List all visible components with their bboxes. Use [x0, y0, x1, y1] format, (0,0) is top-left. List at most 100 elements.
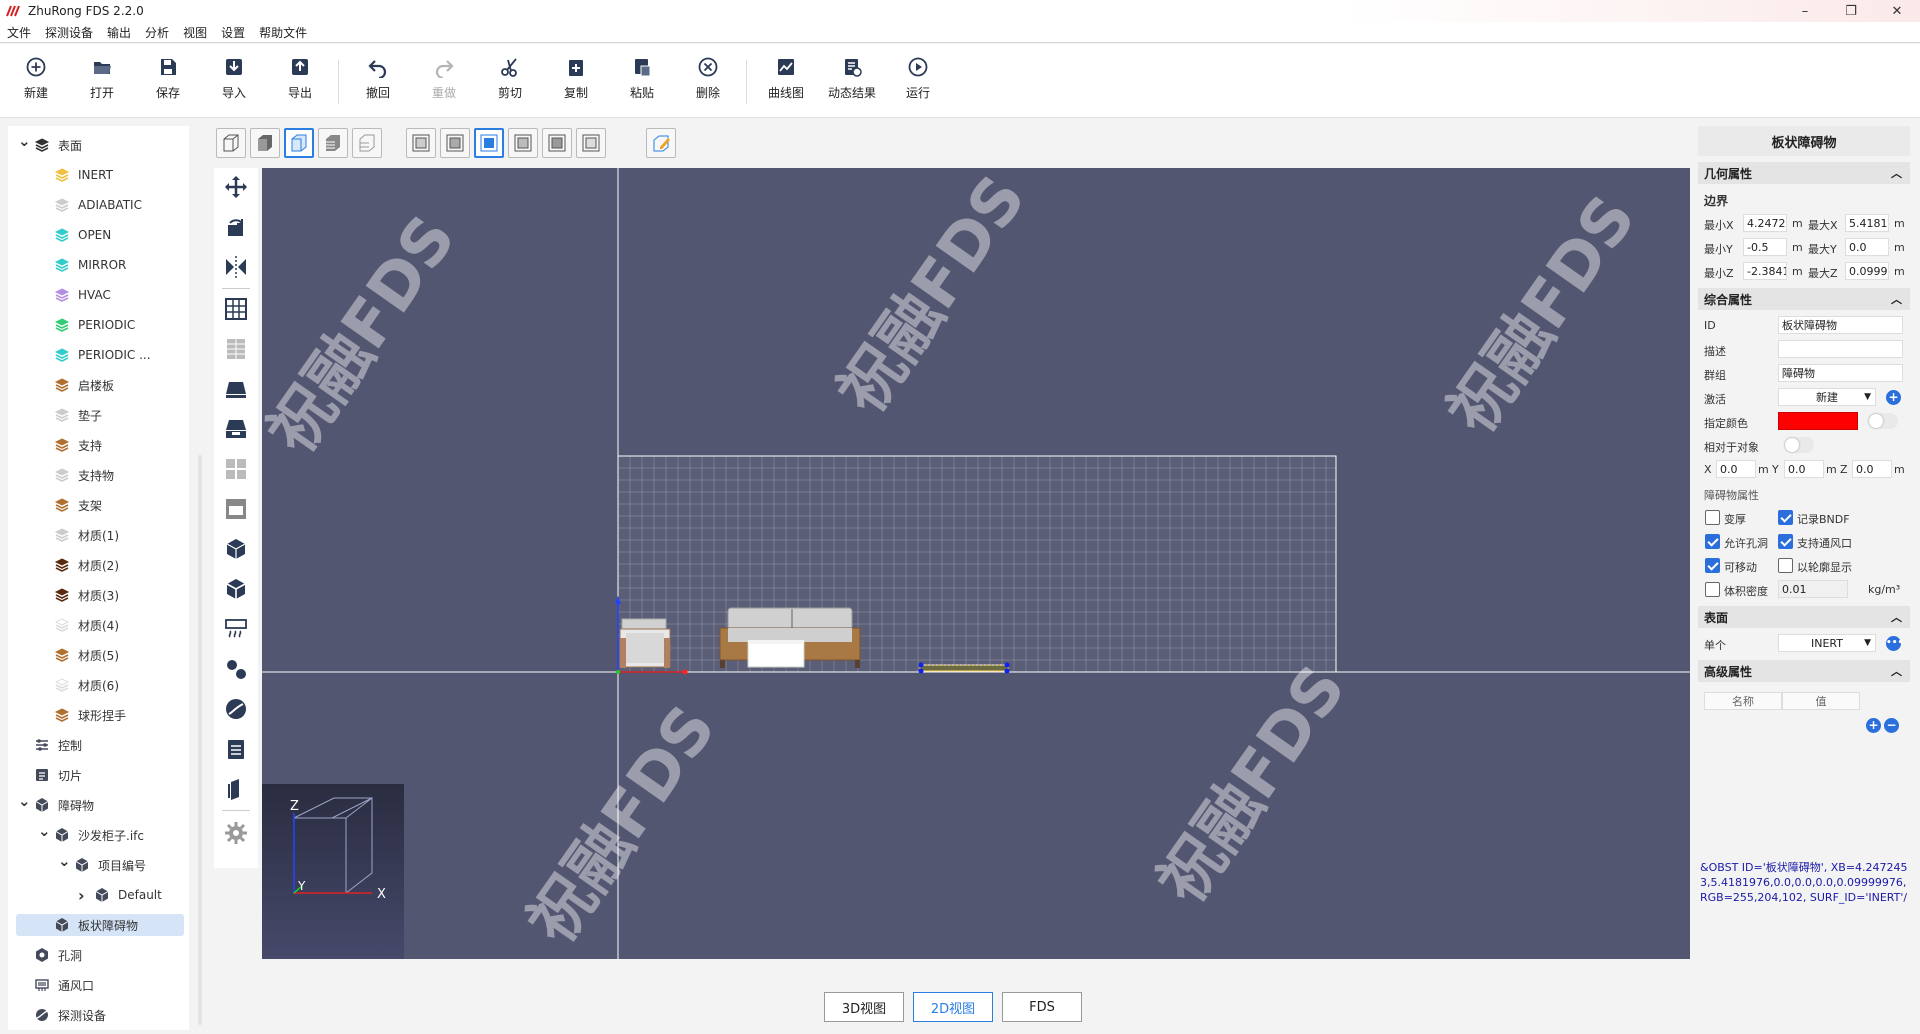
- copy-button[interactable]: 复制: [552, 56, 600, 108]
- new-button[interactable]: 新建: [12, 56, 60, 108]
- menu-analysis[interactable]: 分析: [138, 24, 176, 41]
- block-tool[interactable]: [221, 534, 251, 564]
- density-input[interactable]: 0.01: [1778, 580, 1848, 598]
- section-advanced[interactable]: 高级属性 ︿: [1698, 660, 1910, 682]
- tree-item[interactable]: 探测设备: [18, 1004, 106, 1026]
- remove-advanced-button[interactable]: −: [1884, 718, 1899, 733]
- tree-item[interactable]: MIRROR: [38, 254, 126, 276]
- window-tool[interactable]: [221, 454, 251, 484]
- grid-tool[interactable]: [221, 294, 251, 324]
- view-right-button[interactable]: [576, 128, 606, 158]
- tab-2d-view[interactable]: 2D视图: [913, 992, 993, 1022]
- tree-item[interactable]: 控制: [18, 734, 82, 756]
- open-button[interactable]: 打开: [78, 56, 126, 108]
- min-z-input[interactable]: -2.3841: [1743, 262, 1787, 280]
- tree-item[interactable]: ⌄ 障碍物: [18, 792, 94, 816]
- tree-item[interactable]: › Default: [78, 884, 162, 906]
- tree-item[interactable]: 球形捏手: [38, 704, 126, 726]
- view-bottom-button[interactable]: [508, 128, 538, 158]
- id-input[interactable]: 板状障碍物: [1778, 316, 1903, 334]
- wall-tool[interactable]: [221, 334, 251, 364]
- group-input[interactable]: 障碍物: [1778, 364, 1903, 382]
- door-tool[interactable]: [221, 494, 251, 524]
- delete-button[interactable]: 删除: [684, 56, 732, 108]
- tree-item[interactable]: 切片: [18, 764, 82, 786]
- thicken-checkbox[interactable]: [1705, 510, 1720, 525]
- save-button[interactable]: 保存: [144, 56, 192, 108]
- tree-item[interactable]: 垫子: [38, 404, 102, 426]
- chevron-down-icon[interactable]: ⌄: [38, 822, 51, 840]
- tree-item[interactable]: HVAC: [38, 284, 111, 306]
- offset-y-input[interactable]: 0.0: [1784, 460, 1824, 478]
- armchair-object[interactable]: [619, 618, 671, 668]
- menu-help[interactable]: 帮助文件: [252, 24, 314, 41]
- add-activate-button[interactable]: +: [1886, 390, 1901, 405]
- color-toggle[interactable]: [1868, 413, 1898, 429]
- rotate-tool[interactable]: [221, 212, 251, 242]
- tree-item[interactable]: ⌄ 项目编号: [58, 852, 146, 876]
- tree-item[interactable]: 材质(1): [38, 524, 119, 546]
- surface-more-button[interactable]: •••: [1886, 636, 1903, 651]
- view-layered-button[interactable]: [318, 128, 348, 158]
- tree-item[interactable]: 孔洞: [18, 944, 82, 966]
- undo-button[interactable]: 撤回: [354, 56, 402, 108]
- tree-item[interactable]: 支架: [38, 494, 102, 516]
- panel-tool[interactable]: [221, 774, 251, 804]
- tree-item[interactable]: ⌄ 表面: [18, 132, 82, 156]
- tree-item[interactable]: 支持物: [38, 464, 114, 486]
- max-x-input[interactable]: 5.4181: [1845, 214, 1889, 232]
- allow-vents-checkbox[interactable]: [1778, 534, 1793, 549]
- curve-chart-button[interactable]: 曲线图: [762, 56, 810, 108]
- tree-item[interactable]: 启楼板: [38, 374, 114, 396]
- offset-z-input[interactable]: 0.0: [1852, 460, 1892, 478]
- heater-tool[interactable]: [221, 614, 251, 644]
- redo-button[interactable]: 重做: [420, 56, 468, 108]
- chevron-right-icon[interactable]: ›: [78, 886, 90, 905]
- block-alt-tool[interactable]: [221, 574, 251, 604]
- tree-scrollbar[interactable]: [198, 455, 202, 1025]
- sprinkler-tool[interactable]: [221, 694, 251, 724]
- surface-select[interactable]: INERT ▼: [1778, 634, 1876, 652]
- tab-3d-view[interactable]: 3D视图: [824, 992, 904, 1022]
- room-tool[interactable]: [221, 414, 251, 444]
- view-edit-button[interactable]: [646, 128, 676, 158]
- particle-tool[interactable]: [221, 654, 251, 684]
- menu-detectors[interactable]: 探测设备: [38, 24, 100, 41]
- view-outline-button[interactable]: [352, 128, 382, 158]
- allow-holes-checkbox[interactable]: [1705, 534, 1720, 549]
- density-checkbox[interactable]: [1705, 582, 1720, 597]
- tree-item[interactable]: INERT: [38, 164, 113, 186]
- min-x-input[interactable]: 4.2472: [1743, 214, 1787, 232]
- max-y-input[interactable]: 0.0: [1845, 238, 1889, 256]
- view-front-button[interactable]: [406, 128, 436, 158]
- menu-file[interactable]: 文件: [0, 24, 38, 41]
- view-left-button[interactable]: [542, 128, 572, 158]
- import-button[interactable]: 导入: [210, 56, 258, 108]
- section-surface[interactable]: 表面 ︿: [1698, 606, 1910, 628]
- chevron-down-icon[interactable]: ⌄: [18, 792, 31, 810]
- move-tool[interactable]: [221, 172, 251, 202]
- view-shaded-button[interactable]: [284, 128, 314, 158]
- view-iso-button[interactable]: [216, 128, 246, 158]
- tree-item[interactable]: 材质(4): [38, 614, 119, 636]
- mirror-tool[interactable]: [221, 252, 251, 282]
- activate-select[interactable]: 新建 ▼: [1778, 388, 1876, 406]
- tree-item[interactable]: 板状障碍物: [16, 914, 184, 936]
- max-z-input[interactable]: 0.0999: [1845, 262, 1889, 280]
- section-general[interactable]: 综合属性 ︿: [1698, 288, 1910, 310]
- list-tool[interactable]: [221, 734, 251, 764]
- maximize-button[interactable]: ❐: [1828, 0, 1874, 22]
- chevron-down-icon[interactable]: ⌄: [18, 132, 31, 150]
- section-geometry[interactable]: 几何属性 ︿: [1698, 162, 1910, 184]
- menu-output[interactable]: 输出: [100, 24, 138, 41]
- bndf-checkbox[interactable]: [1778, 510, 1793, 525]
- settings-tool[interactable]: [221, 818, 251, 848]
- tree-item[interactable]: OPEN: [38, 224, 111, 246]
- menu-settings[interactable]: 设置: [214, 24, 252, 41]
- tree-item[interactable]: ⌄ 沙发柜子.ifc: [38, 822, 144, 846]
- minimize-button[interactable]: –: [1782, 0, 1828, 22]
- movable-checkbox[interactable]: [1705, 558, 1720, 573]
- add-advanced-button[interactable]: +: [1866, 718, 1881, 733]
- min-y-input[interactable]: -0.5: [1743, 238, 1787, 256]
- tree-item[interactable]: PERIODIC: [38, 314, 135, 336]
